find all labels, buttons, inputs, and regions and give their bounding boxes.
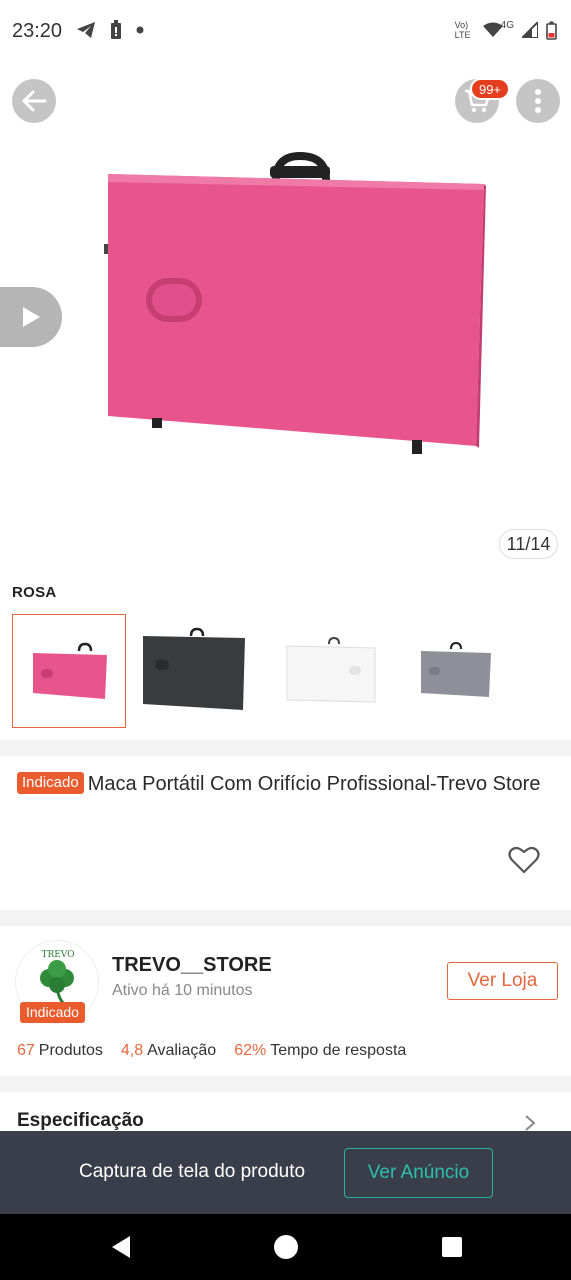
recommended-badge: Indicado	[17, 772, 84, 794]
more-options-button[interactable]	[516, 79, 560, 123]
cart-badge: 99+	[470, 78, 510, 100]
variant-preto-image	[143, 627, 245, 710]
visit-store-button[interactable]: Ver Loja	[447, 962, 558, 1000]
store-stat-response: 62% Tempo de resposta	[234, 1042, 407, 1059]
heart-outline-icon	[508, 846, 540, 874]
specification-row[interactable]: Especificação	[0, 1092, 571, 1132]
back-button[interactable]	[12, 79, 56, 123]
variant-branco-image	[286, 636, 376, 703]
battery-icon	[546, 21, 557, 40]
system-nav-bar	[0, 1214, 571, 1280]
volte-icon: Vo) LTE	[454, 20, 471, 40]
massage-table-image	[104, 151, 486, 454]
view-ad-button[interactable]: Ver Anúncio	[344, 1148, 493, 1198]
store-stat-products: 67 Produtos	[17, 1042, 103, 1059]
store-stats: 67 Produtos 4,8 Avaliação 62% Tempo de resp…	[17, 1042, 406, 1060]
variant-thumbnails	[12, 614, 560, 728]
store-name[interactable]: TREVO__STORE	[112, 954, 272, 977]
back-arrow-icon	[22, 90, 47, 112]
network-label: 4G	[500, 19, 514, 31]
variant-thumb-cinza[interactable]	[396, 614, 510, 728]
section-divider	[0, 740, 571, 756]
nav-home-icon[interactable]	[273, 1234, 299, 1260]
image-counter: 11/14	[499, 529, 558, 559]
signal-icon	[522, 22, 538, 38]
section-divider	[0, 1076, 571, 1092]
status-right-icons: Vo) LTE 4G	[455, 20, 557, 40]
nav-back-icon[interactable]	[108, 1234, 134, 1260]
battery-saver-icon	[111, 20, 121, 39]
store-stat-rating: 4,8 Avaliação	[120, 1042, 217, 1059]
more-vertical-icon	[535, 89, 541, 113]
play-icon	[23, 307, 40, 327]
product-image[interactable]	[0, 140, 571, 560]
nav-recents-icon[interactable]	[439, 1234, 465, 1260]
screenshot-bar-text: Captura de tela do produto	[79, 1161, 306, 1182]
variant-cinza-image	[421, 641, 491, 697]
product-title: Maca Portátil Com Orifício Profissional-…	[87, 773, 541, 795]
variant-thumb-branco[interactable]	[274, 614, 388, 728]
play-video-button[interactable]	[0, 287, 62, 347]
store-active-status: Ativo há 10 minutos	[112, 982, 253, 999]
status-time: 23:20	[12, 20, 63, 42]
store-logo-text: TREVO	[41, 950, 74, 960]
status-left-icons	[76, 20, 144, 40]
variant-rosa-image	[33, 642, 107, 699]
chevron-right-icon	[525, 1115, 536, 1131]
variant-thumb-rosa[interactable]	[12, 614, 126, 728]
favorite-button[interactable]	[508, 846, 542, 876]
section-divider	[0, 910, 571, 926]
wifi-icon	[482, 22, 503, 37]
specification-label: Especificação	[17, 1110, 144, 1131]
dot-icon	[136, 26, 144, 34]
telegram-icon	[77, 22, 95, 38]
status-bar: 23:20 Vo) LTE 4G	[0, 0, 571, 62]
screenshot-bar: Captura de tela do produto Ver Anúncio	[0, 1131, 571, 1214]
store-recommended-badge: Indicado	[20, 1002, 85, 1023]
variant-thumb-preto[interactable]	[137, 614, 251, 728]
variant-label: ROSA	[12, 584, 57, 601]
product-title-block: Indicado Maca Portátil Com Orifício Profi…	[17, 770, 557, 798]
